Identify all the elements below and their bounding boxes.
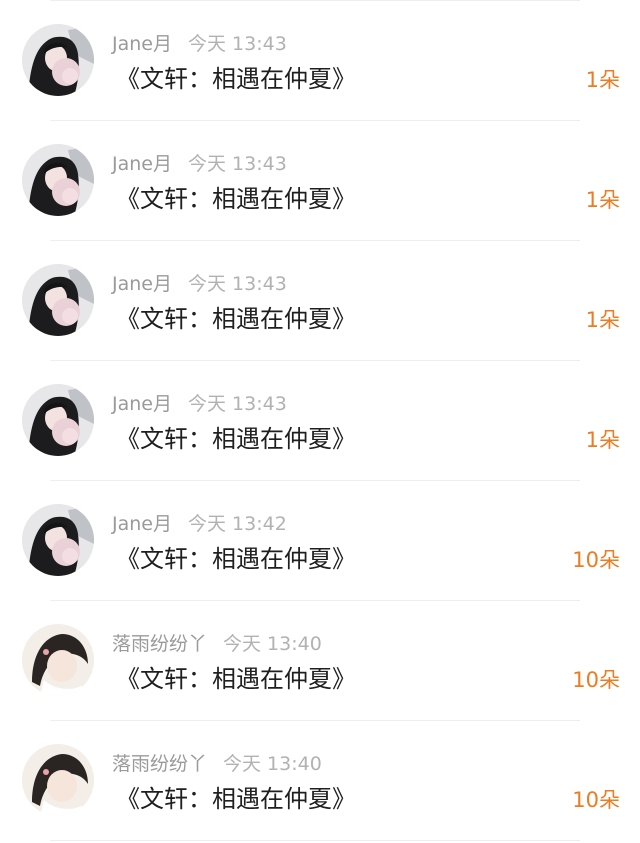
gift-count: 1朵 (585, 68, 620, 92)
message-text: 《文轩：相遇在仲夏》 (116, 785, 356, 813)
divider (50, 480, 580, 481)
user-name[interactable]: Jane月 (112, 393, 172, 415)
divider (50, 120, 580, 121)
divider (50, 0, 580, 1)
list-item[interactable]: 落雨纷纷丫 今天 13:40 《文轩：相遇在仲夏》 10朵 (0, 600, 640, 720)
message-text: 《文轩：相遇在仲夏》 (116, 65, 356, 93)
list-item[interactable]: Jane月 今天 13:42 《文轩：相遇在仲夏》 10朵 (0, 480, 640, 600)
user-name[interactable]: Jane月 (112, 153, 172, 175)
message-text: 《文轩：相遇在仲夏》 (116, 185, 356, 213)
divider (50, 240, 580, 241)
avatar[interactable] (22, 384, 94, 456)
list-item[interactable]: 落雨纷纷丫 今天 13:40 《文轩：相遇在仲夏》 10朵 (0, 720, 640, 840)
user-name[interactable]: Jane月 (112, 33, 172, 55)
gift-count: 1朵 (585, 308, 620, 332)
gift-count: 10朵 (572, 668, 620, 692)
message-text: 《文轩：相遇在仲夏》 (116, 665, 356, 693)
divider (50, 360, 580, 361)
timestamp: 今天 13:43 (187, 153, 287, 175)
gift-count: 1朵 (585, 428, 620, 452)
divider (50, 840, 580, 841)
user-name[interactable]: Jane月 (112, 273, 172, 295)
message-text: 《文轩：相遇在仲夏》 (116, 545, 356, 573)
divider (50, 720, 580, 721)
message-text: 《文轩：相遇在仲夏》 (116, 425, 356, 453)
list-item[interactable]: Jane月 今天 13:43 《文轩：相遇在仲夏》 1朵 (0, 0, 640, 120)
user-name[interactable]: 落雨纷纷丫 (112, 753, 207, 775)
avatar[interactable] (22, 264, 94, 336)
timestamp: 今天 13:42 (187, 513, 287, 535)
avatar[interactable] (22, 504, 94, 576)
message-text: 《文轩：相遇在仲夏》 (116, 305, 356, 333)
avatar[interactable] (22, 744, 94, 816)
timestamp: 今天 13:43 (187, 33, 287, 55)
list-item[interactable]: Jane月 今天 13:43 《文轩：相遇在仲夏》 1朵 (0, 360, 640, 480)
user-name[interactable]: Jane月 (112, 513, 172, 535)
avatar[interactable] (22, 144, 94, 216)
divider (50, 600, 580, 601)
timestamp: 今天 13:43 (187, 273, 287, 295)
avatar[interactable] (22, 24, 94, 96)
timestamp: 今天 13:40 (223, 753, 322, 775)
user-name[interactable]: 落雨纷纷丫 (112, 633, 207, 655)
gift-count: 1朵 (585, 188, 620, 212)
timestamp: 今天 13:40 (223, 633, 322, 655)
gift-count: 10朵 (572, 548, 620, 572)
gift-record-list: Jane月 今天 13:43 《文轩：相遇在仲夏》 1朵 Jane月 今天 13:4… (0, 0, 640, 843)
list-item[interactable]: Jane月 今天 13:43 《文轩：相遇在仲夏》 1朵 (0, 120, 640, 240)
list-item[interactable]: Jane月 今天 13:43 《文轩：相遇在仲夏》 1朵 (0, 240, 640, 360)
gift-count: 10朵 (572, 788, 620, 812)
avatar[interactable] (22, 624, 94, 696)
timestamp: 今天 13:43 (187, 393, 287, 415)
